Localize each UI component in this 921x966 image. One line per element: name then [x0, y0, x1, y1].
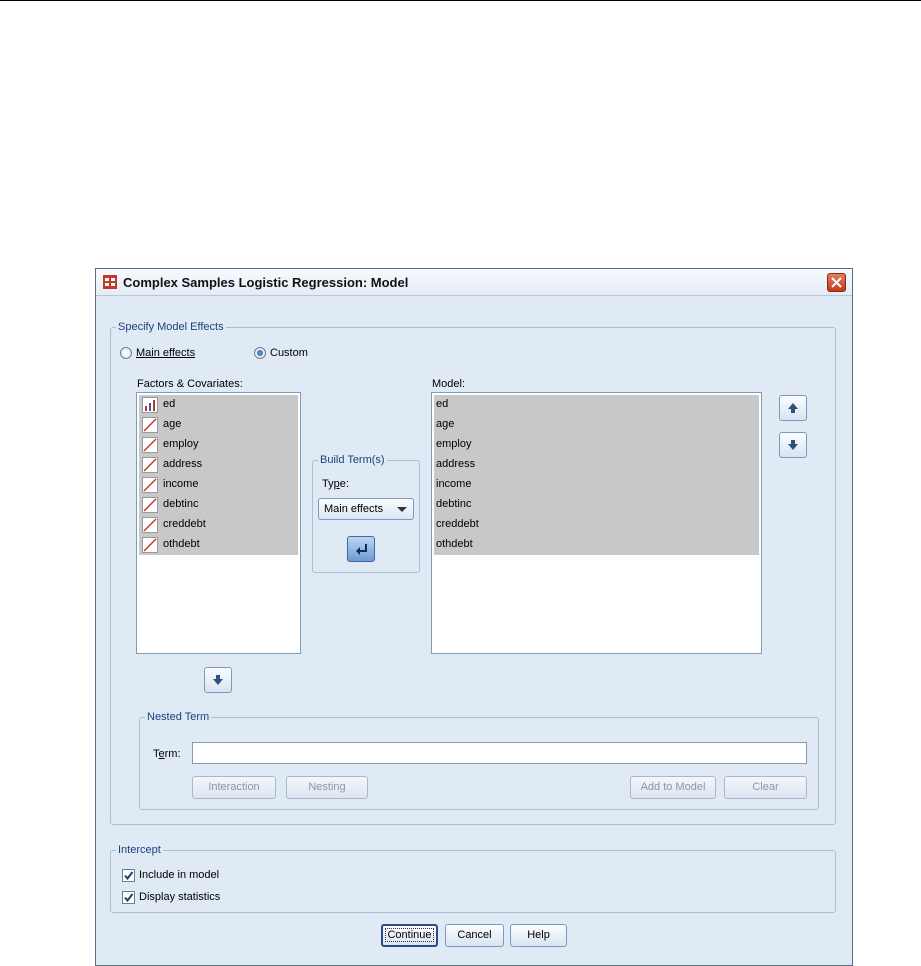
factor-list-item[interactable]: creddebt — [139, 515, 298, 535]
scale-icon — [142, 497, 158, 513]
model-list-item[interactable]: age — [434, 415, 759, 435]
main-effects-label: Main effects — [136, 347, 196, 359]
intercept-legend: Intercept — [116, 844, 163, 856]
build-terms-legend: Build Term(s) — [318, 454, 387, 466]
factors-covariates-list[interactable]: ed age employ address income debtinc creddebt o… — [136, 392, 301, 654]
model-list-item[interactable]: debtinc — [434, 495, 759, 515]
help-button[interactable]: Help — [510, 924, 567, 947]
clear-button-label: Clear — [752, 781, 779, 793]
factor-list-item[interactable]: age — [139, 415, 298, 435]
move-to-nested-button[interactable] — [204, 667, 232, 693]
model-list-item[interactable]: employ — [434, 435, 759, 455]
model-list-item[interactable]: address — [434, 455, 759, 475]
checkmark-icon — [124, 871, 134, 881]
custom-radio[interactable] — [254, 347, 266, 359]
factor-list-item[interactable]: employ — [139, 435, 298, 455]
model-label: Model: — [432, 378, 466, 390]
continue-button-label: Continue — [385, 928, 434, 942]
model-list-item-label: ed — [436, 398, 449, 410]
factor-list-item-label: debtinc — [163, 498, 199, 510]
factor-list-item-label: income — [163, 478, 199, 490]
term-label: Term: — [153, 748, 181, 760]
model-list-item[interactable]: creddebt — [434, 515, 759, 535]
interaction-button[interactable]: Interaction — [192, 776, 276, 799]
dropdown-arrow-icon — [397, 507, 407, 512]
factor-list-item-label: employ — [163, 438, 199, 450]
interaction-button-label: Interaction — [208, 781, 260, 793]
display-statistics-checkbox[interactable] — [122, 891, 135, 904]
include-in-model-checkbox[interactable] — [122, 869, 135, 882]
factor-list-item[interactable]: othdebt — [139, 535, 298, 555]
main-effects-radio[interactable] — [120, 347, 132, 359]
cancel-button[interactable]: Cancel — [445, 924, 504, 947]
specify-model-effects-legend: Specify Model Effects — [116, 321, 226, 333]
type-dropdown[interactable]: Main effects — [318, 498, 414, 520]
add-to-model-button-label: Add to Model — [640, 781, 706, 793]
model-list-item-label: age — [436, 418, 455, 430]
model-list[interactable]: ed age employ address income debtinc creddebt o… — [431, 392, 762, 654]
model-list-item-label: income — [436, 478, 472, 490]
display-statistics-label: Display statistics — [139, 891, 221, 903]
close-button[interactable] — [827, 273, 846, 292]
model-list-item[interactable]: othdebt — [434, 535, 759, 555]
nesting-button[interactable]: Nesting — [286, 776, 368, 799]
type-dropdown-value: Main effects — [324, 503, 384, 515]
move-up-button[interactable] — [779, 395, 807, 421]
model-dialog: Complex Samples Logistic Regression: Mod… — [95, 268, 853, 966]
move-down-button[interactable] — [779, 432, 807, 458]
model-list-item-label: creddebt — [436, 518, 479, 530]
model-list-item[interactable]: income — [434, 475, 759, 495]
clear-button[interactable]: Clear — [724, 776, 807, 799]
help-button-label: Help — [527, 929, 550, 941]
factor-list-item-label: ed — [163, 398, 176, 410]
factor-list-item[interactable]: income — [139, 475, 298, 495]
model-list-item-label: othdebt — [436, 538, 473, 550]
intercept-group: Intercept — [110, 844, 836, 913]
close-icon — [831, 277, 842, 288]
factor-list-item[interactable]: ed — [139, 395, 298, 415]
window-title: Complex Samples Logistic Regression: Mod… — [123, 275, 409, 290]
include-in-model-label: Include in model — [139, 869, 220, 881]
cancel-button-label: Cancel — [457, 929, 492, 941]
continue-button[interactable]: Continue — [381, 924, 438, 947]
nested-term-legend: Nested Term — [145, 711, 212, 723]
scale-icon — [142, 437, 158, 453]
factor-list-item[interactable]: debtinc — [139, 495, 298, 515]
model-list-item[interactable]: ed — [434, 395, 759, 415]
term-input[interactable] — [192, 742, 807, 764]
title-bar[interactable]: Complex Samples Logistic Regression: Mod… — [96, 269, 852, 296]
type-label: Type: — [322, 478, 349, 490]
nesting-button-label: Nesting — [308, 781, 346, 793]
checkmark-icon — [124, 893, 134, 903]
page-top-rule — [0, 0, 921, 1]
arrow-down-icon — [213, 675, 223, 685]
factor-list-item[interactable]: address — [139, 455, 298, 475]
factors-covariates-label: Factors & Covariates: — [137, 378, 243, 390]
ordinal-icon — [142, 397, 158, 413]
factor-list-item-label: address — [163, 458, 203, 470]
add-term-arrow-button[interactable] — [347, 536, 375, 562]
factor-list-item-label: creddebt — [163, 518, 206, 530]
factor-list-item-label: othdebt — [163, 538, 200, 550]
spss-app-icon — [103, 275, 117, 289]
model-list-item-label: address — [436, 458, 476, 470]
scale-icon — [142, 537, 158, 553]
factor-list-item-label: age — [163, 418, 182, 430]
arrow-up-icon — [788, 403, 798, 413]
scale-icon — [142, 457, 158, 473]
arrow-down-icon — [788, 440, 798, 450]
scale-icon — [142, 477, 158, 493]
custom-label: Custom — [270, 347, 308, 359]
scale-icon — [142, 517, 158, 533]
scale-icon — [142, 417, 158, 433]
add-to-model-button[interactable]: Add to Model — [630, 776, 716, 799]
enter-arrow-icon — [356, 544, 367, 555]
model-list-item-label: debtinc — [436, 498, 472, 510]
model-list-item-label: employ — [436, 438, 472, 450]
